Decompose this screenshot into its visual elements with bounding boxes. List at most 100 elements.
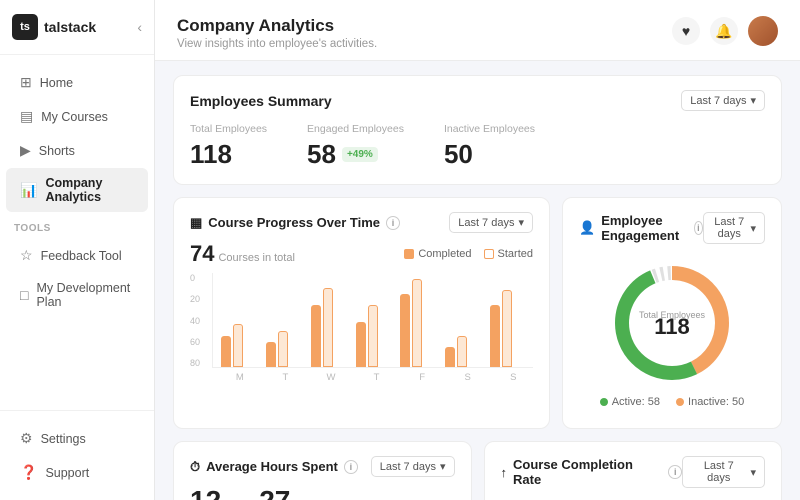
- svg-text:118: 118: [654, 314, 690, 339]
- chart-legend: Completed Started: [404, 248, 533, 260]
- courses-icon: ▤: [20, 108, 33, 125]
- donut-legend: Active: 58 Inactive: 50: [600, 396, 745, 408]
- x-label: T: [357, 372, 397, 383]
- bar-started: [323, 288, 333, 367]
- bottom-row: ⏱ Average Hours Spent i Last 7 days ▾ 12…: [173, 441, 782, 500]
- chevron-down-icon: ▾: [750, 466, 756, 479]
- started-legend-dot: [484, 249, 494, 259]
- upload-icon: ↑: [501, 465, 508, 480]
- avg-hours-title: ⏱ Average Hours Spent i: [190, 459, 358, 475]
- stat-value: 58 +49%: [307, 139, 404, 170]
- person-icon: 👤: [579, 220, 595, 236]
- employee-engagement-card: 👤 Employee Engagement i Last 7 days ▾: [562, 197, 782, 429]
- bell-icon[interactable]: 🔔: [710, 17, 738, 45]
- chevron-down-icon: ▾: [750, 94, 756, 107]
- sidebar-item-label: Home: [40, 76, 73, 90]
- completion-stat: 25% ▲+0.4%: [501, 496, 766, 500]
- page-header: Company Analytics View insights into emp…: [155, 0, 800, 61]
- completed-legend-dot: [404, 249, 414, 259]
- average-hours-card: ⏱ Average Hours Spent i Last 7 days ▾ 12…: [173, 441, 472, 500]
- summary-title: Employees Summary: [190, 93, 332, 109]
- employees-summary-card: Employees Summary Last 7 days ▾ Total Em…: [173, 75, 782, 185]
- stat-value: 118: [190, 139, 267, 170]
- sidebar-bottom: ⚙ Settings ❓ Support: [0, 410, 154, 500]
- inactive-employees-stat: Inactive Employees 50: [444, 123, 535, 170]
- dev-plan-icon: □: [20, 287, 28, 303]
- active-legend: Active: 58: [600, 396, 660, 408]
- sidebar-item-label: Company Analytics: [45, 176, 134, 204]
- sidebar-item-home[interactable]: ⊞ Home: [6, 66, 148, 99]
- stat-label: Engaged Employees: [307, 123, 404, 135]
- bar-group: [266, 331, 305, 367]
- support-icon: ❓: [20, 464, 37, 481]
- sidebar-item-label: Settings: [41, 432, 86, 446]
- legend-completed: Completed: [404, 248, 471, 260]
- sidebar-item-label: My Courses: [41, 110, 108, 124]
- middle-row: ▦ Course Progress Over Time i Last 7 day…: [173, 197, 782, 429]
- bar-group: [490, 290, 529, 367]
- analytics-icon: 📊: [20, 182, 37, 199]
- bar-started: [233, 324, 243, 367]
- chevron-down-icon: ▾: [440, 460, 446, 473]
- tools-label: TOOLS: [0, 213, 154, 238]
- info-icon: i: [694, 221, 703, 235]
- home-icon: ⊞: [20, 74, 32, 91]
- heart-icon[interactable]: ♥: [672, 17, 700, 45]
- bar-completed: [445, 347, 455, 367]
- stat-value: 50: [444, 139, 535, 170]
- completion-period-dropdown[interactable]: Last 7 days ▾: [682, 456, 765, 488]
- sidebar-item-feedback-tool[interactable]: ☆ Feedback Tool: [6, 239, 148, 272]
- sidebar-item-settings[interactable]: ⚙ Settings: [6, 422, 148, 455]
- shorts-icon: ▶: [20, 142, 31, 159]
- x-label: F: [402, 372, 442, 383]
- avg-hours-period-dropdown[interactable]: Last 7 days ▾: [371, 456, 455, 477]
- x-label: S: [448, 372, 488, 383]
- collapse-icon[interactable]: ‹: [137, 19, 142, 35]
- main-content: Company Analytics View insights into emp…: [155, 0, 800, 500]
- active-dot: [600, 398, 608, 406]
- engagement-title: 👤 Employee Engagement i: [579, 213, 703, 243]
- chevron-down-icon: ▾: [750, 222, 756, 235]
- bar-group: [311, 288, 350, 367]
- engaged-employees-stat: Engaged Employees 58 +49%: [307, 123, 404, 170]
- bar-chart: 806040200 MTWTFSS: [190, 273, 533, 383]
- bar-started: [278, 331, 288, 367]
- x-label: T: [266, 372, 306, 383]
- sidebar-logo: ts talstack ‹: [0, 0, 154, 55]
- status-badge: +49%: [342, 147, 378, 162]
- sidebar-nav: ⊞ Home ▤ My Courses ▶ Shorts 📊 Company A…: [0, 55, 154, 410]
- sidebar-item-my-courses[interactable]: ▤ My Courses: [6, 100, 148, 133]
- settings-icon: ⚙: [20, 430, 33, 447]
- sidebar-item-my-dev-plan[interactable]: □ My Development Plan: [6, 273, 148, 317]
- inactive-dot: [676, 398, 684, 406]
- stat-label: Inactive Employees: [444, 123, 535, 135]
- bar-completed: [356, 322, 366, 367]
- bar-group: [400, 279, 439, 367]
- page-title: Company Analytics: [177, 16, 377, 36]
- bar-completed: [221, 336, 231, 367]
- sidebar-item-shorts[interactable]: ▶ Shorts: [6, 134, 148, 167]
- summary-stats: Total Employees 118 Engaged Employees 58…: [190, 123, 765, 170]
- completion-percent: 25%: [501, 496, 557, 500]
- sidebar-item-support[interactable]: ❓ Support: [6, 456, 148, 489]
- course-progress-card: ▦ Course Progress Over Time i Last 7 day…: [173, 197, 550, 429]
- logo-mark: ts: [12, 14, 38, 40]
- total-courses-number: 74: [190, 241, 214, 267]
- course-progress-period-dropdown[interactable]: Last 7 days ▾: [449, 212, 533, 233]
- x-label: S: [493, 372, 533, 383]
- course-completion-card: ↑ Course Completion Rate i Last 7 days ▾…: [484, 441, 783, 500]
- sidebar-item-company-analytics[interactable]: 📊 Company Analytics: [6, 168, 148, 212]
- avatar[interactable]: [748, 16, 778, 46]
- course-progress-title: ▦ Course Progress Over Time i: [190, 215, 400, 231]
- sidebar-item-label: Support: [45, 466, 89, 480]
- clock-icon: ⏱: [190, 459, 200, 475]
- engagement-period-dropdown[interactable]: Last 7 days ▾: [703, 212, 765, 244]
- bar-started: [457, 336, 467, 367]
- stat-label: Total Employees: [190, 123, 267, 135]
- info-icon: i: [386, 216, 400, 230]
- x-label: M: [220, 372, 260, 383]
- sidebar: ts talstack ‹ ⊞ Home ▤ My Courses ▶ Shor…: [0, 0, 155, 500]
- bar-group: [221, 324, 260, 367]
- page-subtitle: View insights into employee's activities…: [177, 38, 377, 50]
- summary-period-dropdown[interactable]: Last 7 days ▾: [681, 90, 765, 111]
